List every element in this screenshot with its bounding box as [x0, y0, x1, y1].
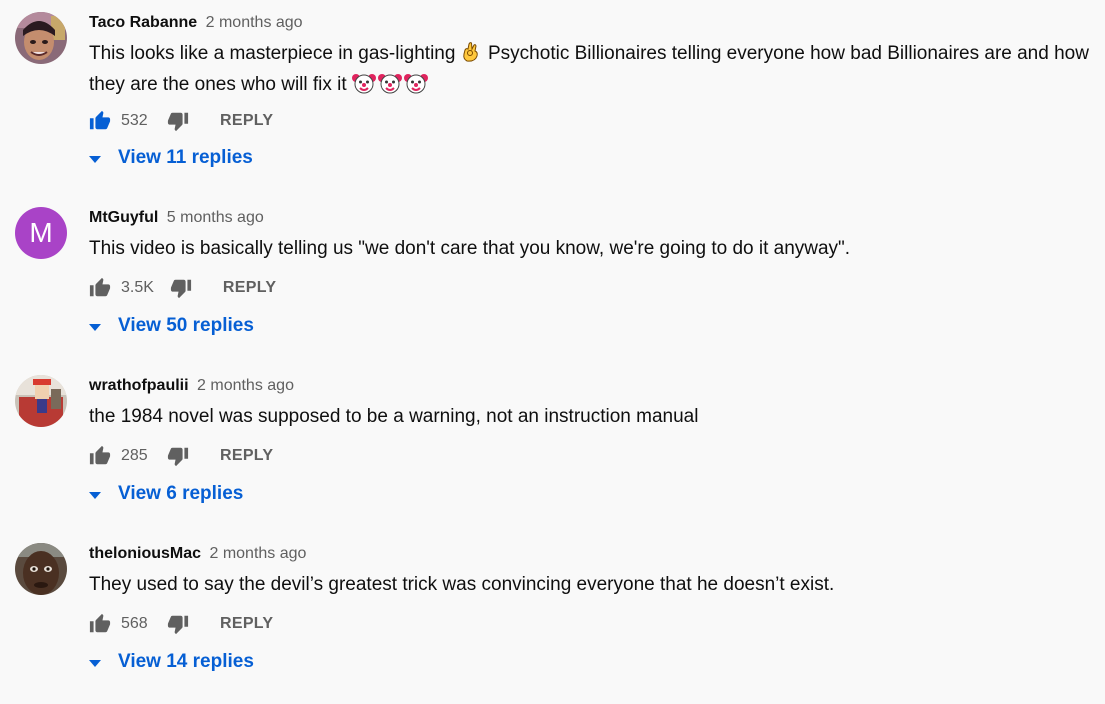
- comment-thread: theloniousMac 2 months ago They used to …: [0, 531, 1105, 699]
- comment-text: They used to say the devil’s greatest tr…: [89, 574, 835, 595]
- avatar[interactable]: [15, 12, 67, 64]
- avatar[interactable]: [15, 375, 67, 427]
- comment-header: wrathofpaulii 2 months ago: [89, 376, 294, 396]
- view-replies-button[interactable]: View 50 replies: [89, 314, 254, 338]
- clown-emoji-icon: [377, 72, 402, 102]
- comment-actions: 3.5K REPLY: [89, 276, 276, 300]
- comment-header: theloniousMac 2 months ago: [89, 544, 306, 564]
- comment-actions: 532 REPLY: [89, 109, 273, 133]
- author-name[interactable]: wrathofpaulii: [89, 377, 189, 394]
- reply-button[interactable]: REPLY: [220, 112, 273, 130]
- comment-header: Taco Rabanne 2 months ago: [89, 13, 303, 33]
- caret-down-icon: [89, 659, 101, 667]
- comment-actions: 568 REPLY: [89, 612, 273, 636]
- comment-timestamp[interactable]: 2 months ago: [206, 14, 303, 31]
- view-replies-label: View 50 replies: [118, 315, 254, 336]
- view-replies-button[interactable]: View 6 replies: [89, 482, 243, 506]
- clown-emoji-icon: [351, 72, 376, 102]
- thumbs-down-icon[interactable]: [167, 613, 189, 635]
- avatar[interactable]: [15, 543, 67, 595]
- view-replies-label: View 6 replies: [118, 483, 244, 504]
- comment-header: MtGuyful 5 months ago: [89, 208, 264, 228]
- caret-down-icon: [89, 155, 101, 163]
- avatar[interactable]: M: [15, 207, 67, 259]
- like-count: 568: [121, 615, 148, 632]
- thumbs-up-icon[interactable]: [89, 445, 111, 467]
- like-count: 532: [121, 112, 148, 129]
- comment-timestamp[interactable]: 2 months ago: [209, 545, 306, 562]
- comment-actions: 285 REPLY: [89, 444, 273, 468]
- caret-down-icon: [89, 491, 101, 499]
- thumbs-down-icon[interactable]: [167, 445, 189, 467]
- comment-text: This video is basically telling us "we d…: [89, 238, 851, 259]
- ok-hand-emoji-icon: [461, 41, 481, 71]
- like-count: 285: [121, 447, 148, 464]
- comment-thread: M MtGuyful 5 months ago This video is ba…: [0, 195, 1105, 363]
- comment-timestamp[interactable]: 5 months ago: [167, 209, 264, 226]
- like-count: 3.5K: [121, 279, 154, 296]
- author-name[interactable]: Taco Rabanne: [89, 14, 197, 31]
- comment-text: the 1984 novel was supposed to be a warn…: [89, 406, 699, 427]
- comment-timestamp[interactable]: 2 months ago: [197, 377, 294, 394]
- reply-button[interactable]: REPLY: [220, 447, 273, 465]
- reply-button[interactable]: REPLY: [223, 279, 276, 297]
- thumbs-up-icon[interactable]: [89, 613, 111, 635]
- thumbs-down-icon[interactable]: [170, 277, 192, 299]
- author-name[interactable]: MtGuyful: [89, 209, 158, 226]
- thumbs-up-icon[interactable]: [89, 277, 111, 299]
- thumbs-down-icon[interactable]: [167, 110, 189, 132]
- caret-down-icon: [89, 323, 101, 331]
- view-replies-button[interactable]: View 14 replies: [89, 650, 254, 674]
- view-replies-label: View 11 replies: [118, 147, 253, 168]
- reply-button[interactable]: REPLY: [220, 615, 273, 633]
- comments-section: Taco Rabanne 2 months ago This looks lik…: [0, 0, 1105, 704]
- avatar-letter: M: [29, 217, 53, 248]
- comment-text: This looks like a masterpiece in gas-lig…: [89, 40, 1101, 102]
- comment-text-part: This looks like a masterpiece in gas-lig…: [89, 43, 456, 64]
- clown-emoji-icon: [403, 72, 428, 102]
- thumbs-up-icon[interactable]: [89, 110, 111, 132]
- comment-thread: Taco Rabanne 2 months ago This looks lik…: [0, 0, 1105, 168]
- view-replies-label: View 14 replies: [118, 651, 254, 672]
- comment-thread: wrathofpaulii 2 months ago the 1984 nove…: [0, 363, 1105, 531]
- view-replies-button[interactable]: View 11 replies: [89, 146, 253, 170]
- author-name[interactable]: theloniousMac: [89, 545, 201, 562]
